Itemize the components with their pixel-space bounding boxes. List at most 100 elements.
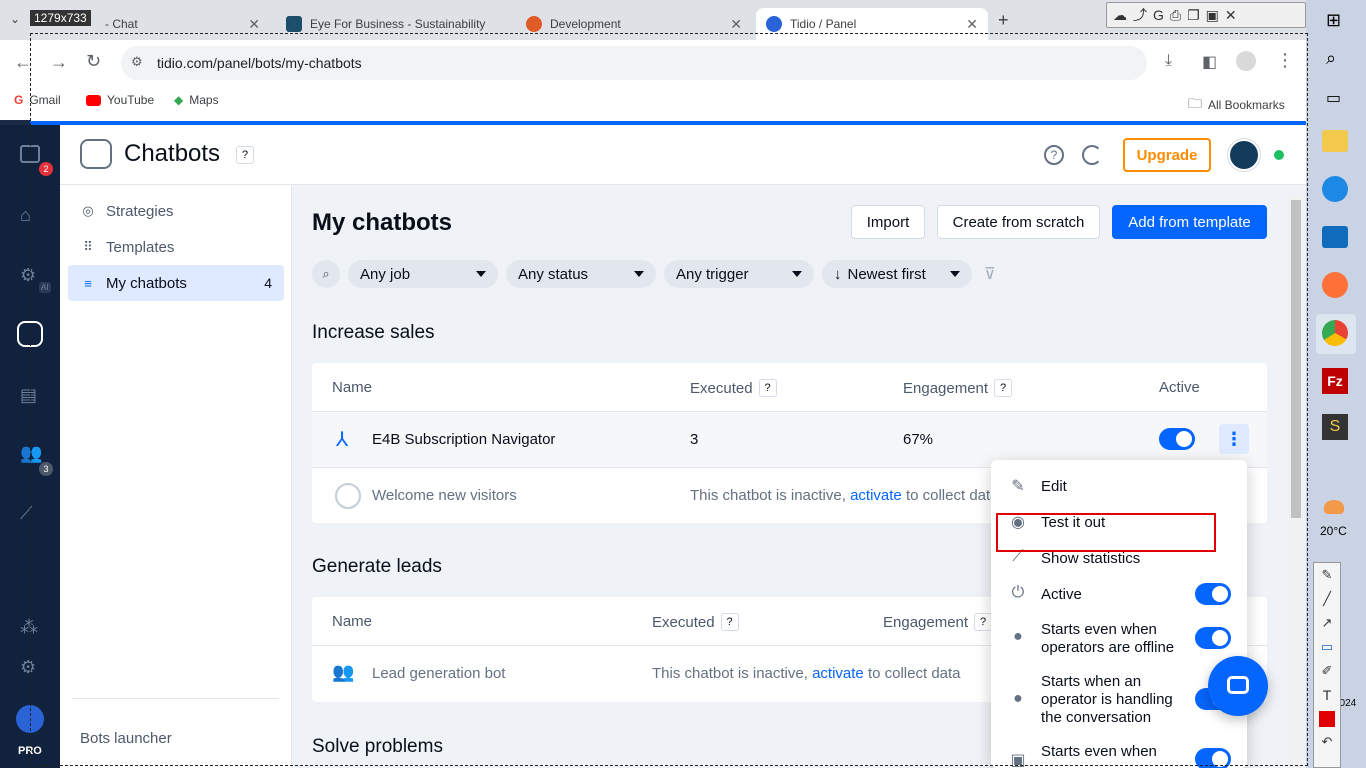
marker-icon[interactable]: ✐: [1314, 659, 1340, 683]
chatbot-name[interactable]: E4B Subscription Navigator: [372, 431, 555, 448]
bookmark-youtube[interactable]: YouTube: [86, 93, 154, 107]
edge-icon[interactable]: [1322, 176, 1348, 202]
tab-tidio-panel[interactable]: Tidio / Panel ✕: [756, 8, 988, 40]
profile-avatar[interactable]: [1236, 51, 1256, 71]
bot-toggle[interactable]: [1195, 748, 1231, 768]
all-bookmarks[interactable]: 🗀 All Bookmarks: [1188, 93, 1285, 117]
help-badge[interactable]: ?: [236, 146, 254, 164]
print-icon[interactable]: ⎙: [1170, 7, 1181, 24]
menu-item-offline[interactable]: Starts even when operators are offline: [1041, 621, 1191, 657]
more-menu-icon[interactable]: ⋮: [1276, 50, 1294, 71]
firefox-icon[interactable]: [1322, 272, 1348, 298]
chatbots-nav-icon[interactable]: [17, 321, 43, 347]
close-icon[interactable]: ✕: [248, 16, 260, 33]
site-info-icon[interactable]: ⚙: [131, 54, 143, 70]
trigger-filter[interactable]: Any trigger: [664, 260, 814, 288]
tab-list-icon[interactable]: ⌄: [10, 12, 20, 26]
help-badge[interactable]: ?: [758, 379, 777, 397]
sort-filter[interactable]: ↓ Newest first: [822, 260, 972, 288]
help-badge[interactable]: ?: [720, 613, 739, 631]
inactive-text: This chatbot is inactive,: [652, 665, 808, 682]
search-icon[interactable]: ⌕: [1326, 48, 1336, 69]
contacts-icon[interactable]: ▤: [20, 385, 37, 406]
task-view-icon[interactable]: ▭: [1326, 88, 1341, 108]
undo-icon[interactable]: ↶: [1314, 731, 1340, 753]
user-avatar[interactable]: [1228, 139, 1260, 171]
active-toggle[interactable]: [1195, 583, 1231, 605]
chrome-icon[interactable]: [1322, 320, 1348, 346]
sidebar-item-strategies[interactable]: ◎ Strategies: [68, 193, 284, 229]
apps-grid-icon[interactable]: ⁂: [20, 617, 38, 638]
google-icon[interactable]: G: [1153, 7, 1164, 23]
tab-eye-for-business[interactable]: Eye For Business - Sustainability: [276, 8, 512, 40]
offline-toggle[interactable]: [1195, 627, 1231, 649]
help-badge[interactable]: ?: [994, 379, 1013, 397]
chat-widget-button[interactable]: [1208, 656, 1268, 716]
arrow-icon[interactable]: ↗: [1314, 611, 1340, 635]
inbox-icon[interactable]: [20, 145, 40, 163]
status-filter[interactable]: Any status: [506, 260, 656, 288]
windows-start-icon[interactable]: ⊞: [1326, 10, 1341, 31]
chatbot-name[interactable]: Welcome new visitors: [372, 487, 517, 504]
user-icon: ●: [1013, 690, 1023, 707]
close-icon[interactable]: ✕: [730, 16, 742, 33]
close-icon[interactable]: ✕: [966, 16, 978, 33]
color-swatch[interactable]: [1319, 711, 1335, 727]
rectangle-icon[interactable]: ▭: [1314, 635, 1340, 659]
import-button[interactable]: Import: [851, 205, 925, 239]
ai-bot-icon[interactable]: ⚙: [20, 265, 36, 286]
scrollbar-thumb[interactable]: [1291, 200, 1301, 518]
settings-icon[interactable]: ⚙: [20, 657, 36, 678]
analytics-icon[interactable]: ⟋: [20, 503, 33, 524]
download-icon[interactable]: ⤓: [1165, 52, 1172, 70]
back-arrow-icon[interactable]: ←: [14, 52, 32, 73]
side-panel-icon[interactable]: ◧: [1202, 52, 1217, 72]
help-icon[interactable]: ?: [1044, 145, 1064, 165]
more-options-button[interactable]: ⋮: [1219, 424, 1249, 454]
upgrade-button[interactable]: Upgrade: [1123, 138, 1211, 172]
pencil-icon[interactable]: ✎: [1314, 563, 1340, 587]
file-explorer-icon[interactable]: [1322, 130, 1348, 152]
visitors-icon[interactable]: 👥: [20, 443, 42, 464]
sublime-icon[interactable]: S: [1322, 414, 1348, 440]
caret-down-icon: [476, 271, 486, 277]
bookmark-gmail[interactable]: G Gmail: [14, 93, 61, 107]
menu-item-show-statistics[interactable]: Show statistics: [1041, 550, 1140, 568]
sidebar-item-my-chatbots[interactable]: ≡ My chatbots 4: [68, 265, 284, 301]
home-icon[interactable]: ⌂: [20, 205, 31, 226]
chatbot-name[interactable]: Lead generation bot: [372, 665, 505, 682]
cloud-upload-icon[interactable]: ☁: [1113, 7, 1127, 24]
filezilla-icon[interactable]: Fz: [1322, 368, 1348, 394]
inactive-text: to collect data: [905, 487, 999, 504]
share-icon[interactable]: ⤴: [1133, 5, 1147, 25]
add-from-template-button[interactable]: Add from template: [1112, 205, 1267, 239]
menu-item-operator-handling[interactable]: Starts when an operator is handling the …: [1041, 673, 1191, 727]
reload-icon[interactable]: ↻: [86, 51, 101, 72]
weather-temp: 20°C: [1320, 524, 1347, 538]
menu-item-active[interactable]: Active: [1041, 586, 1082, 604]
job-filter[interactable]: Any job: [348, 260, 498, 288]
tab-development[interactable]: Development ✕: [516, 8, 752, 40]
search-icon[interactable]: ⌕: [312, 260, 340, 288]
close-icon[interactable]: ✕: [1225, 7, 1237, 24]
activate-link[interactable]: activate: [812, 665, 864, 682]
line-icon[interactable]: ╱: [1314, 587, 1340, 611]
refresh-icon[interactable]: [1082, 145, 1102, 165]
bookmark-maps[interactable]: ◆ Maps: [174, 93, 219, 107]
new-tab-button[interactable]: +: [998, 10, 1009, 31]
clear-filter-icon[interactable]: ⊽: [984, 264, 996, 284]
copy-icon[interactable]: ❐: [1187, 7, 1200, 24]
menu-item-edit[interactable]: Edit: [1041, 478, 1067, 496]
bots-launcher-link[interactable]: Bots launcher: [80, 730, 172, 747]
active-toggle[interactable]: [1159, 428, 1195, 450]
mail-icon[interactable]: [1322, 226, 1348, 248]
menu-item-starts-even-when[interactable]: Starts even when: [1041, 743, 1191, 761]
save-icon[interactable]: ▣: [1206, 7, 1219, 24]
create-from-scratch-button[interactable]: Create from scratch: [937, 205, 1100, 239]
sidebar-item-templates[interactable]: ⠿ Templates: [68, 229, 284, 265]
activate-link[interactable]: activate: [850, 487, 902, 504]
forward-arrow-icon[interactable]: →: [50, 52, 68, 73]
text-tool-icon[interactable]: T: [1314, 683, 1340, 707]
help-badge[interactable]: ?: [974, 613, 993, 631]
url-text[interactable]: tidio.com/panel/bots/my-chatbots: [157, 55, 362, 71]
